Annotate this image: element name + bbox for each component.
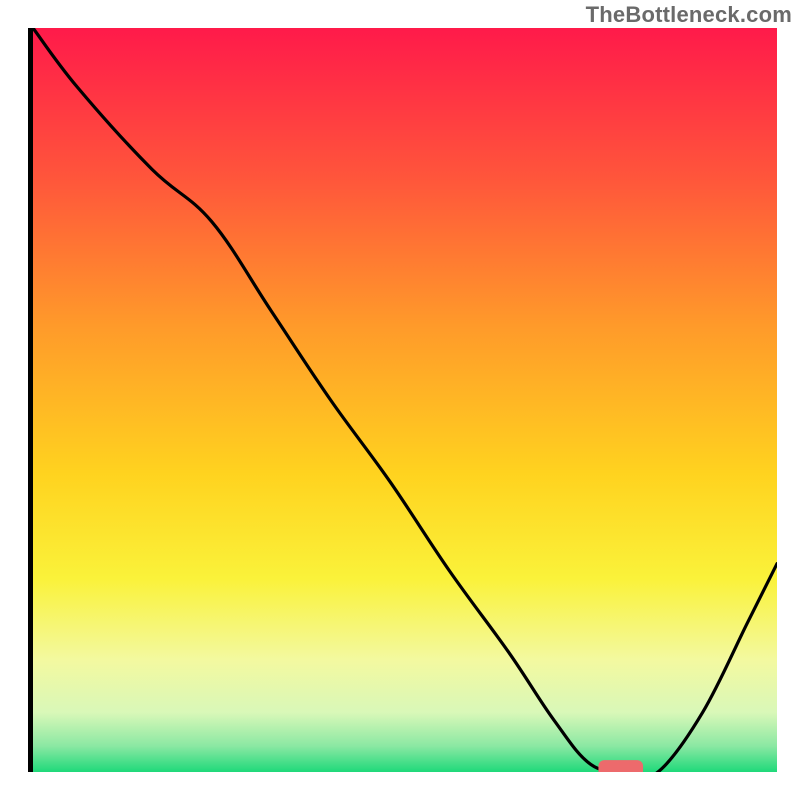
chart-frame (28, 28, 772, 772)
gradient-background (33, 28, 777, 772)
watermark-text: TheBottleneck.com (586, 2, 792, 28)
optimal-marker (598, 760, 643, 772)
bottleneck-chart (33, 28, 777, 772)
